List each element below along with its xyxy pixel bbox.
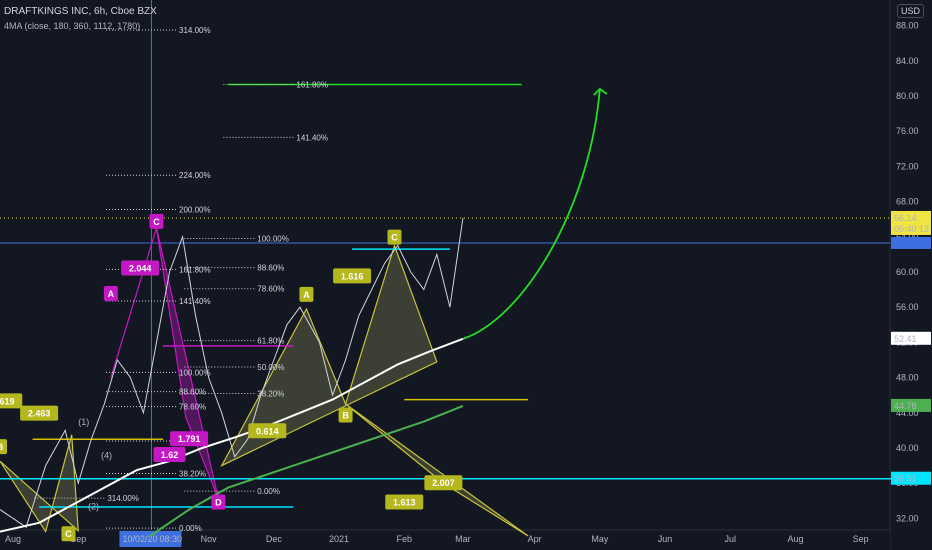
pattern-label-text: 1.619 <box>0 396 15 406</box>
wave-label: (4) <box>101 451 112 461</box>
harmonic-pattern <box>345 403 529 537</box>
wave-label: (1) <box>78 417 89 427</box>
fib-level-label: 200.00% <box>179 206 211 215</box>
price-tag-text: 66.14 <box>894 213 917 223</box>
pattern-label: 1.619 <box>0 393 23 409</box>
fib-level-label: 0.00% <box>179 524 202 533</box>
fib-level-label: 314.00% <box>179 26 211 35</box>
x-tick-label: Mar <box>455 534 471 544</box>
x-tick-label: Sep <box>853 534 869 544</box>
pattern-label: 0.614 <box>248 423 287 439</box>
crosshair-price-box <box>891 236 931 249</box>
fib-level-label: 161.80% <box>296 81 328 90</box>
pattern-label-text: 1.62 <box>161 450 179 460</box>
pattern-label-text: 1.616 <box>341 271 364 281</box>
fib-level-label: 141.40% <box>179 297 211 306</box>
price-chart[interactable]: 32.0036.0040.0044.0048.0052.0056.0060.00… <box>0 0 932 550</box>
x-tick-label: Dec <box>266 534 283 544</box>
fib-level-label: 88.60% <box>257 264 284 273</box>
fib-level-label: 141.40% <box>296 133 328 142</box>
pattern-label: 1.791 <box>170 431 209 447</box>
x-tick-label: Aug <box>5 534 21 544</box>
pattern-label: D <box>211 494 226 510</box>
pattern-label: C <box>149 213 164 229</box>
y-tick-label: 68.00 <box>896 197 919 207</box>
price-tag-text: 44.78 <box>894 401 917 411</box>
price-tag-text: 36.51 <box>894 474 917 484</box>
x-tick-label: 2021 <box>329 534 349 544</box>
pattern-label: 1.616 <box>333 268 372 284</box>
pattern-label-text: C <box>153 217 160 227</box>
x-tick-label: Aug <box>787 534 803 544</box>
fib-level-label: 100.00% <box>257 235 289 244</box>
y-tick-label: 40.00 <box>896 443 919 453</box>
currency-button[interactable]: USD <box>896 4 924 18</box>
pattern-label-text: B <box>342 410 349 420</box>
plot-area: 314.00% 161.80% 141.40% 224.00% 200.00% 100.0… <box>0 0 894 542</box>
pattern-label: 1.62 <box>153 447 186 463</box>
pattern-label: B <box>0 439 7 455</box>
pattern-label: 1.613 <box>385 494 424 510</box>
pattern-label-text: 2.044 <box>129 263 152 273</box>
pattern-label: C <box>61 526 76 542</box>
fib-level-label: 38.20% <box>179 470 206 479</box>
symbol-title: DRAFTKINGS INC, 6h, Cboe BZX <box>4 6 157 17</box>
x-tick-label: Jun <box>658 534 673 544</box>
y-tick-label: 32.00 <box>896 513 919 523</box>
y-tick-label: 84.00 <box>896 56 919 66</box>
x-tick-label: May <box>591 534 609 544</box>
pattern-label: 2.044 <box>121 260 160 276</box>
fib-level-label: 100.00% <box>179 368 211 377</box>
wave-label: (2) <box>88 502 99 512</box>
pattern-label-text: C <box>391 233 398 243</box>
pattern-label-text: D <box>215 498 222 508</box>
pattern-label-text: B <box>0 442 4 452</box>
y-tick-label: 72.00 <box>896 161 919 171</box>
pattern-label-text: C <box>65 529 72 539</box>
x-tick-label: Jul <box>724 534 736 544</box>
x-tick-label: 08:30 <box>159 534 182 544</box>
pattern-label-text: A <box>108 289 115 299</box>
price-tag-countdown: 05:40:13 <box>894 224 929 234</box>
y-tick-label: 80.00 <box>896 91 919 101</box>
pattern-label-text: 1.613 <box>393 498 416 508</box>
pattern-label: C <box>387 229 402 245</box>
x-tick-label: Apr <box>528 534 542 544</box>
fib-level-label: 314.00% <box>107 494 139 503</box>
fib-level-label: 161.80% <box>179 265 211 274</box>
fib-level-label: 0.00% <box>257 487 280 496</box>
fib-level-label: 88.60% <box>179 388 206 397</box>
x-tick-label: Nov <box>201 534 218 544</box>
y-tick-label: 76.00 <box>896 126 919 136</box>
indicator-legend[interactable]: 4MA (close, 180, 360, 1112, 1780) <box>4 21 140 31</box>
y-tick-label: 60.00 <box>896 267 919 277</box>
pattern-label-text: A <box>303 290 310 300</box>
fib-level-label: 78.60% <box>179 403 206 412</box>
fib-level-label: 224.00% <box>179 171 211 180</box>
y-tick-label: 88.00 <box>896 21 919 31</box>
forecast-arrow <box>462 88 601 340</box>
pattern-label: 2.007 <box>424 475 463 491</box>
pattern-label: 2.463 <box>20 405 59 421</box>
y-tick-label: 56.00 <box>896 302 919 312</box>
pattern-label-text: 2.463 <box>28 409 51 419</box>
pattern-label: B <box>338 407 353 423</box>
price-tag-text: 52.41 <box>894 334 917 344</box>
pattern-label-text: 1.791 <box>178 434 201 444</box>
pattern-label: A <box>103 286 118 301</box>
pattern-label-text: 2.007 <box>432 478 455 488</box>
x-tick-label: Feb <box>396 534 412 544</box>
pattern-label: A <box>299 286 314 302</box>
pattern-label-text: 0.614 <box>256 426 279 436</box>
y-tick-label: 48.00 <box>896 373 919 383</box>
fib-level-label: 78.60% <box>257 285 284 294</box>
